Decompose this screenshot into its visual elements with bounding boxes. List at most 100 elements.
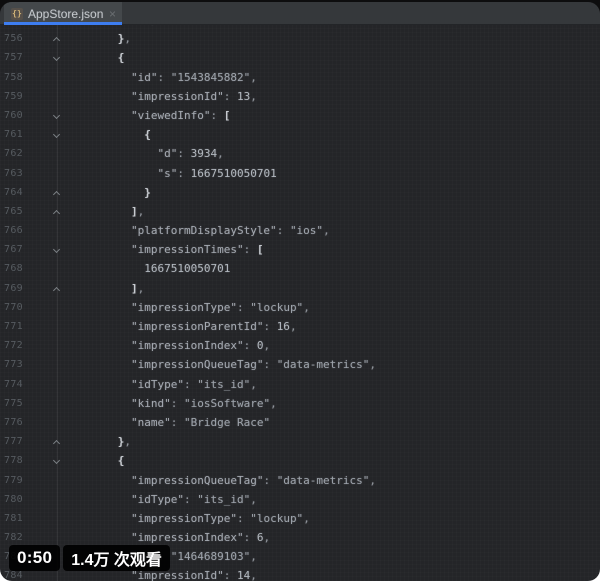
fold-down-icon[interactable] <box>52 245 62 255</box>
line-number: 773 <box>4 359 23 371</box>
code-line[interactable]: 769 ], <box>0 279 600 298</box>
line-number: 771 <box>4 321 23 332</box>
code-line[interactable]: 778 { <box>0 451 600 470</box>
code-line[interactable]: 781 "impressionType": "lockup", <box>0 509 600 528</box>
fold-down-icon[interactable] <box>52 130 62 140</box>
video-timestamp-badge: 0:50 <box>9 545 61 571</box>
code-text: { <box>144 128 151 142</box>
code-line[interactable]: 763 "s": 1667510050701 <box>0 164 600 183</box>
code-line[interactable]: 776 "name": "Bridge Race" <box>0 413 600 432</box>
fold-up-icon[interactable] <box>52 437 62 447</box>
line-number: 757 <box>4 52 23 64</box>
code-text: "platformDisplayStyle": "ios", <box>130 224 330 238</box>
fold-up-icon[interactable] <box>52 207 62 217</box>
line-number: 779 <box>4 474 23 486</box>
code-text: "idType": "its_id", <box>130 377 257 391</box>
code-text: ], <box>130 281 145 295</box>
code-line[interactable]: 762 "d": 3934, <box>0 144 600 163</box>
code-line[interactable]: 779 "impressionQueueTag": "data-metrics"… <box>0 471 600 490</box>
line-number: 776 <box>4 416 23 428</box>
code-text: "impressionQueueTag": "data-metrics", <box>130 473 377 487</box>
code-text: "name": "Bridge Race" <box>130 415 271 429</box>
line-number: 781 <box>4 512 23 524</box>
line-number: 780 <box>4 493 23 505</box>
tab-filename: AppStore.json <box>28 6 104 21</box>
code-line[interactable]: 760 "viewedInfo": [ <box>0 106 600 125</box>
line-number: 774 <box>4 378 23 390</box>
code-text: "id": "1543845882", <box>130 70 257 84</box>
code-line[interactable]: 777 }, <box>0 432 600 451</box>
code-line[interactable]: 765 ], <box>0 202 600 221</box>
code-line[interactable]: 759 "impressionId": 13, <box>0 87 600 106</box>
code-area[interactable]: 755 "impressionParentId": 16,756 },757 {… <box>0 10 600 581</box>
code-text: "kind": "iosSoftware", <box>130 396 277 410</box>
line-number: 765 <box>4 205 23 217</box>
line-number: 768 <box>4 263 23 275</box>
tab-appstore-json[interactable]: {} AppStore.json × <box>4 2 122 25</box>
code-text: 1667510050701 <box>144 262 231 276</box>
code-text: }, <box>117 32 131 46</box>
fold-down-icon[interactable] <box>52 111 62 121</box>
json-editor: 755 "impressionParentId": 16,756 },757 {… <box>0 2 600 581</box>
code-text: "impressionTimes": [ <box>130 243 264 257</box>
code-line[interactable]: 772 "impressionIndex": 0, <box>0 336 600 355</box>
line-number: 764 <box>4 186 23 198</box>
line-number: 775 <box>4 397 23 409</box>
code-line[interactable]: 780 "idType": "its_id", <box>0 490 600 509</box>
line-number: 761 <box>4 129 23 141</box>
code-line[interactable]: 758 "id": "1543845882", <box>0 68 600 87</box>
line-number: 778 <box>4 455 23 467</box>
code-text: "impressionIndex": 0, <box>130 339 271 353</box>
active-tab-underline <box>4 22 122 25</box>
line-number: 770 <box>4 301 23 313</box>
code-line[interactable]: 766 "platformDisplayStyle": "ios", <box>0 221 600 240</box>
code-text: "impressionQueueTag": "data-metrics", <box>130 358 377 372</box>
code-line[interactable]: 767 "impressionTimes": [ <box>0 240 600 259</box>
code-text: } <box>144 185 151 199</box>
code-text: "impressionId": 13, <box>130 89 257 103</box>
editor-tab-bar: {} AppStore.json × <box>0 2 600 25</box>
code-text: "viewedInfo": [ <box>130 108 231 122</box>
code-text: "impressionType": "lockup", <box>130 511 310 525</box>
video-view-count-badge: 1.4万 次观看 <box>63 545 170 571</box>
line-number: 756 <box>4 33 23 45</box>
code-line[interactable]: 775 "kind": "iosSoftware", <box>0 394 600 413</box>
code-text: "impressionType": "lockup", <box>130 300 310 314</box>
code-line[interactable]: 774 "idType": "its_id", <box>0 375 600 394</box>
code-text: "d": 3934, <box>157 147 224 161</box>
code-text: ], <box>130 204 145 218</box>
code-text: "s": 1667510050701 <box>157 166 277 180</box>
tab-close-icon[interactable]: × <box>109 8 116 20</box>
code-line[interactable]: 756 }, <box>0 29 600 48</box>
fold-down-icon[interactable] <box>52 53 62 63</box>
fold-up-icon[interactable] <box>52 34 62 44</box>
line-number: 772 <box>4 340 23 352</box>
line-number: 758 <box>4 71 23 83</box>
fold-down-icon[interactable] <box>52 456 62 466</box>
fold-up-icon[interactable] <box>52 188 62 198</box>
video-overlay: 0:50 1.4万 次观看 <box>0 545 600 571</box>
line-number: 766 <box>4 225 23 237</box>
line-number: 767 <box>4 244 23 256</box>
line-number: 760 <box>4 109 23 121</box>
code-text: "impressionParentId": 16, <box>130 320 297 333</box>
code-line[interactable]: 773 "impressionQueueTag": "data-metrics"… <box>0 355 600 374</box>
code-text: { <box>117 454 125 468</box>
code-line[interactable]: 771 "impressionParentId": 16, <box>0 317 600 336</box>
code-line[interactable]: 768 1667510050701 <box>0 259 600 278</box>
ide-window: 755 "impressionParentId": 16,756 },757 {… <box>0 2 600 581</box>
line-number: 759 <box>4 90 23 102</box>
fold-up-icon[interactable] <box>52 284 62 294</box>
line-number: 763 <box>4 167 23 179</box>
code-text: { <box>117 51 125 65</box>
code-line[interactable]: 770 "impressionType": "lockup", <box>0 298 600 317</box>
line-number: 777 <box>4 436 23 448</box>
code-line[interactable]: 764 } <box>0 183 600 202</box>
code-line[interactable]: 757 { <box>0 48 600 67</box>
code-text: }, <box>117 435 131 449</box>
line-number: 762 <box>4 148 23 160</box>
json-file-icon: {} <box>11 7 23 20</box>
code-line[interactable]: 761 { <box>0 125 600 144</box>
code-text: "idType": "its_id", <box>130 492 257 506</box>
line-number: 769 <box>4 282 23 294</box>
